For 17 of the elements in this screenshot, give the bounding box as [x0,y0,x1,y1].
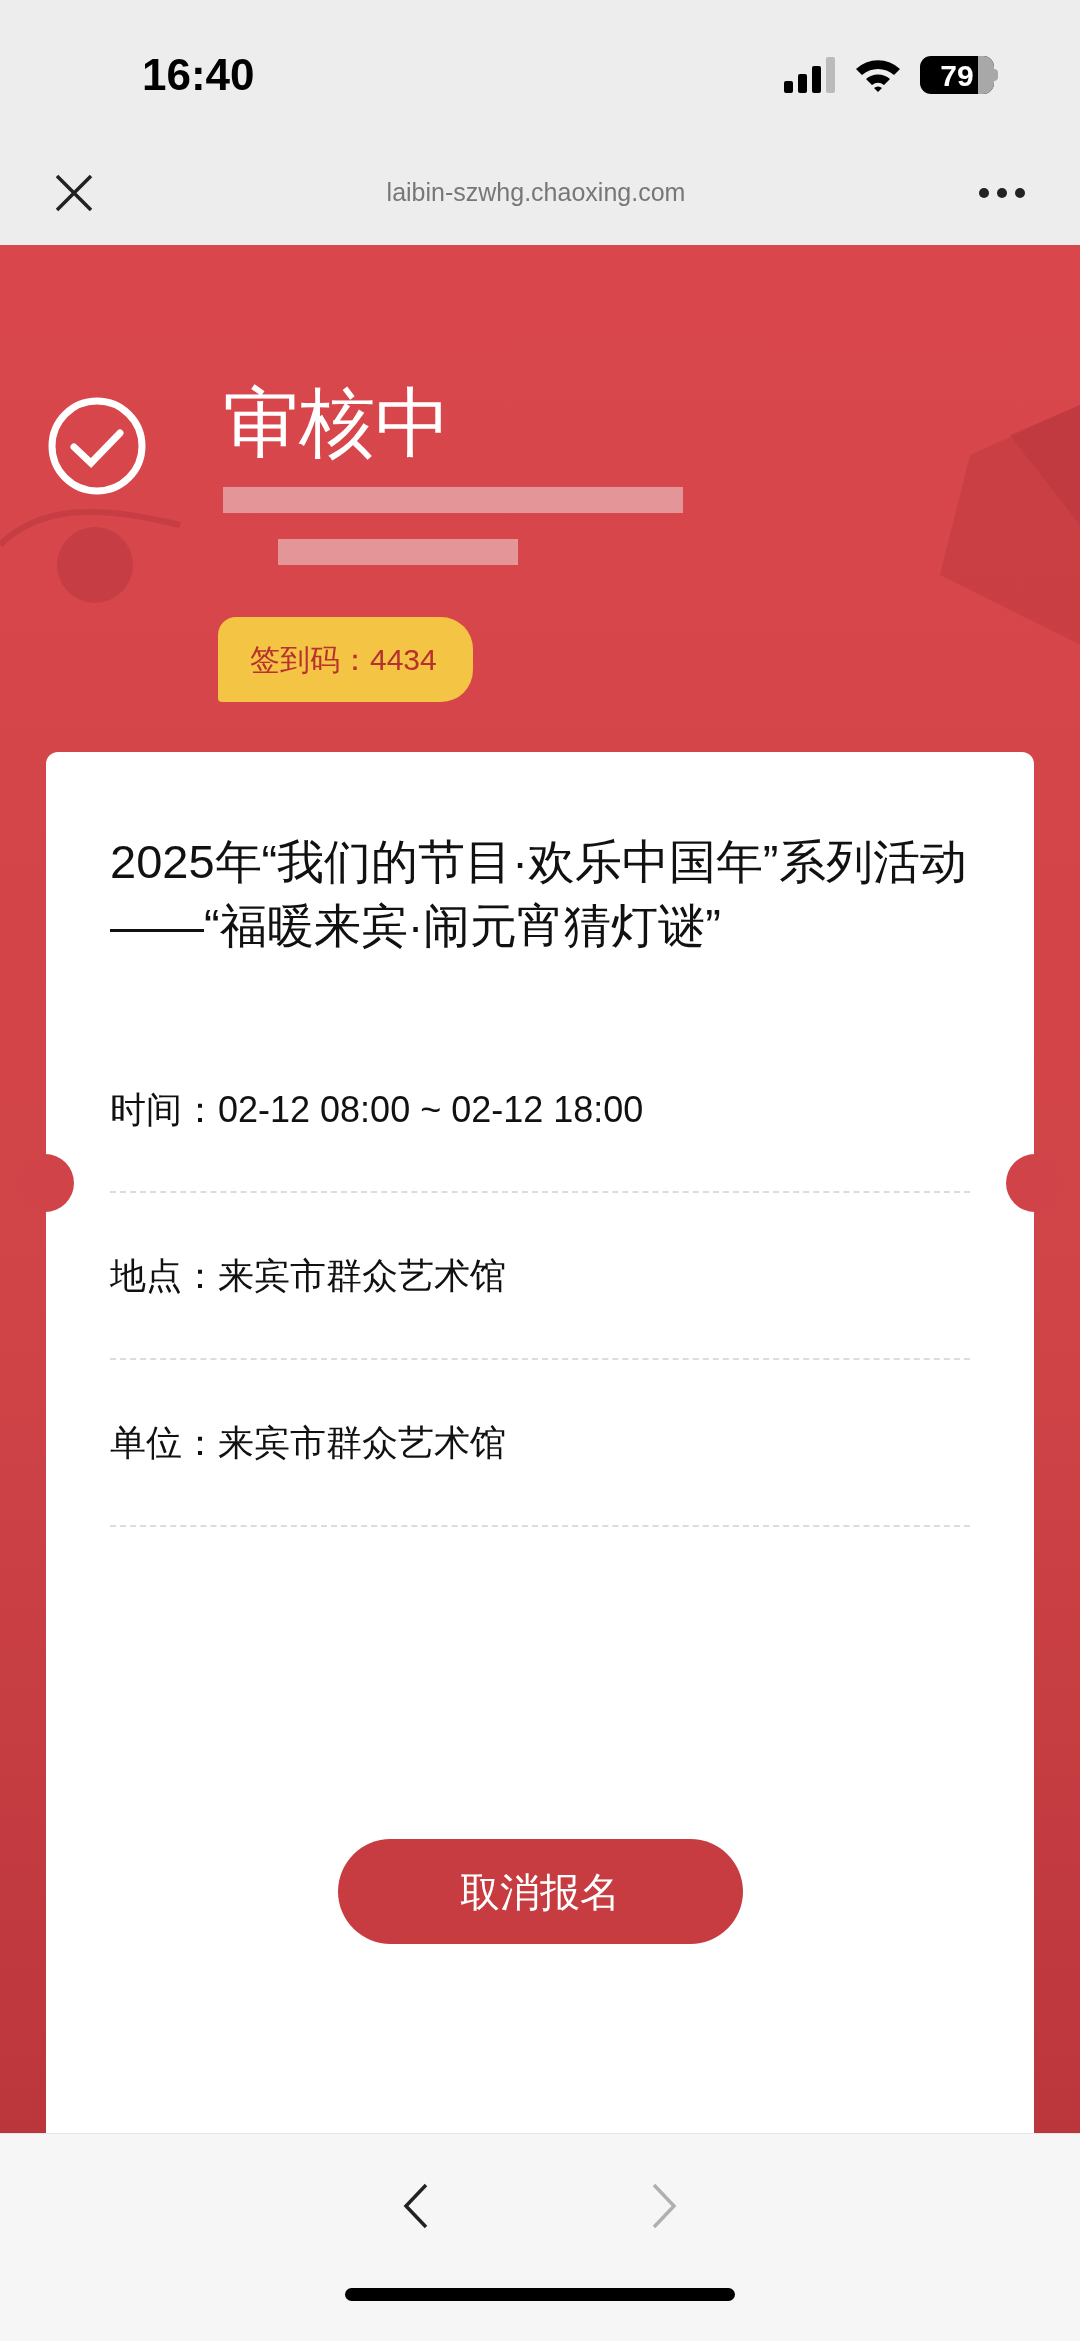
more-icon [978,185,1026,200]
battery-tip [994,69,998,81]
detail-text: 单位：来宾市群众艺术馆 [110,1420,506,1465]
event-title: 2025年“我们的节目·欢乐中国年”系列活动——“福暖来宾·闹元宵猜灯谜” [110,834,968,954]
review-status: 审核中 [223,385,452,461]
status-time: 16:40 [142,49,255,101]
cancel-registration-button[interactable]: 取消报名 [337,1839,743,1944]
battery-empty-bar [978,56,994,94]
battery-level: 79 [940,57,974,94]
check-circle-icon [46,395,148,497]
detail-text: 时间：02-12 08:00 ~ 02-12 18:00 [110,1088,644,1132]
wifi-icon [854,57,902,93]
close-icon [54,172,94,213]
signal-icon [784,57,836,93]
detail-text: 地点：来宾市群众艺术馆 [110,1253,506,1298]
checkin-code: 签到码：4434 [218,617,473,702]
page-url: laibin-szwhg.chaoxing.com [386,176,686,208]
